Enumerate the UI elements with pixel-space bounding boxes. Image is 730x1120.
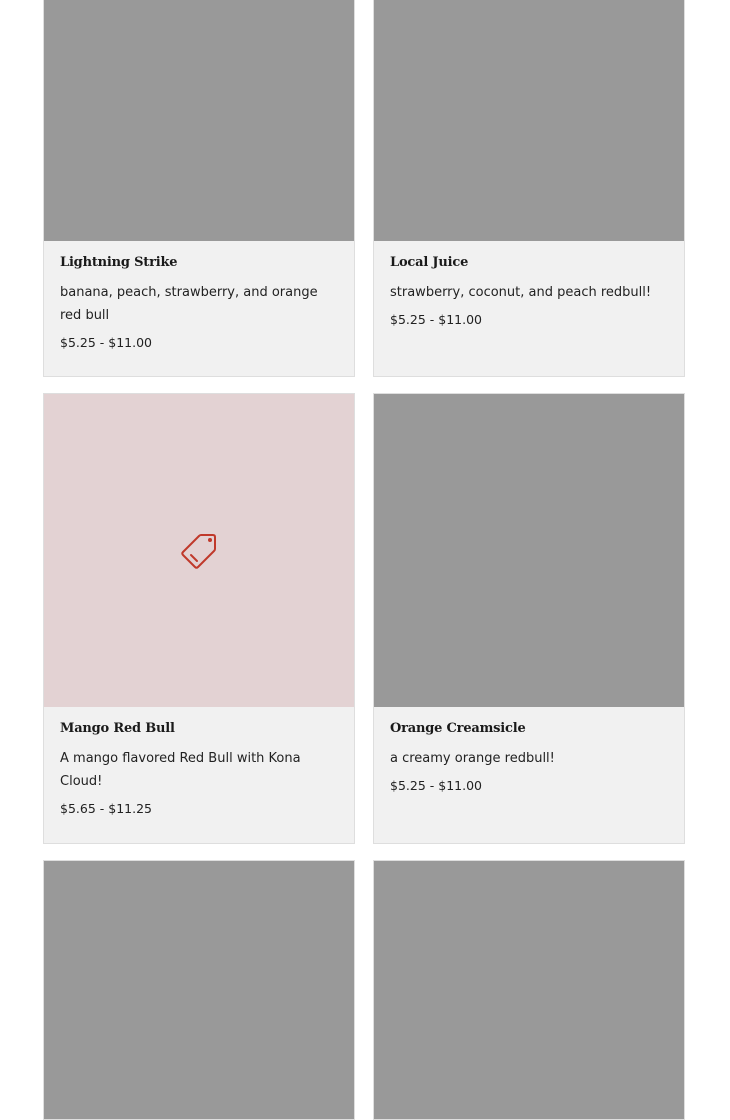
product-description: strawberry, coconut, and peach redbull! xyxy=(390,285,652,300)
product-info: Mango Red Bull A mango flavored Red Bull… xyxy=(44,707,354,816)
product-info: Lightning Strike banana, peach, strawber… xyxy=(44,241,354,350)
product-description: A mango flavored Red Bull with Kona Clou… xyxy=(60,751,301,789)
product-card-orange-creamsicle[interactable]: Orange Creamsicle a creamy orange redbul… xyxy=(373,393,685,844)
tag-icon xyxy=(181,533,216,569)
product-image[interactable] xyxy=(374,0,684,241)
product-title[interactable]: Orange Creamsicle xyxy=(390,721,668,736)
product-price: $5.25 - $11.00 xyxy=(390,312,482,327)
product-card-local-juice[interactable]: Local Juice strawberry, coconut, and pea… xyxy=(373,0,685,377)
product-card-partial-left[interactable] xyxy=(43,860,355,1120)
product-title[interactable]: Mango Red Bull xyxy=(60,721,338,736)
product-title[interactable]: Lightning Strike xyxy=(60,255,338,270)
product-info: Local Juice strawberry, coconut, and pea… xyxy=(374,241,684,327)
product-image[interactable] xyxy=(44,861,354,1119)
product-price: $5.25 - $11.00 xyxy=(390,778,482,793)
product-image[interactable] xyxy=(44,0,354,241)
product-card-lightning-strike[interactable]: Lightning Strike banana, peach, strawber… xyxy=(43,0,355,377)
product-title[interactable]: Local Juice xyxy=(390,255,668,270)
product-card-mango-red-bull[interactable]: Mango Red Bull A mango flavored Red Bull… xyxy=(43,393,355,844)
product-price: $5.25 - $11.00 xyxy=(60,335,152,350)
product-price: $5.65 - $11.25 xyxy=(60,801,152,816)
product-image[interactable] xyxy=(374,861,684,1119)
product-card-partial-right[interactable] xyxy=(373,860,685,1120)
product-description: a creamy orange redbull! xyxy=(390,751,555,766)
product-description: banana, peach, strawberry, and orange re… xyxy=(60,285,318,323)
product-image-placeholder[interactable] xyxy=(44,394,354,707)
product-image[interactable] xyxy=(374,394,684,707)
product-info: Orange Creamsicle a creamy orange redbul… xyxy=(374,707,684,793)
